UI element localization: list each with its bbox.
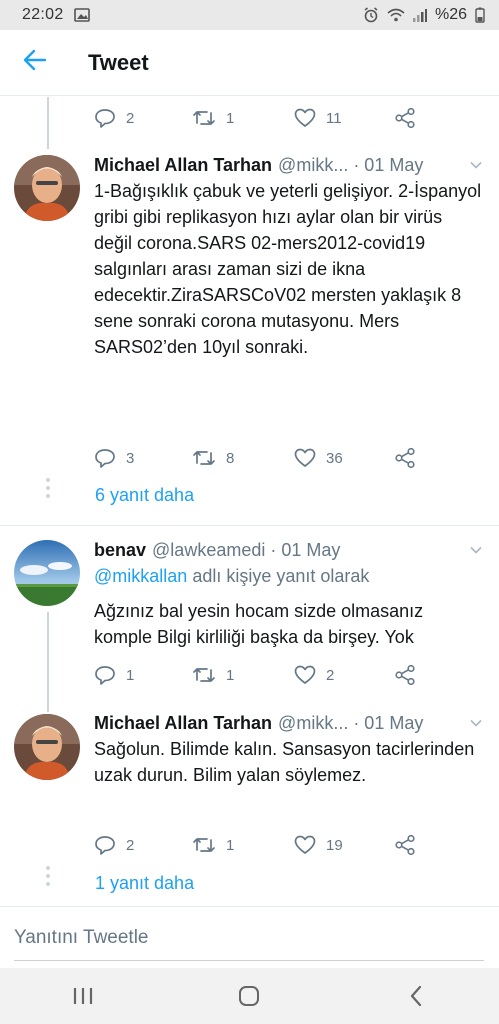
back-chevron-icon [410,985,421,1007]
like-button[interactable]: 11 [294,108,342,128]
author-name[interactable]: Michael Allan Tarhan [94,155,272,176]
tweet-header: benav @lawkeamedi · 01 May [94,537,483,563]
like-count: 11 [326,109,342,127]
tweet-actions: 2 1 19 [94,831,424,859]
reply-icon [95,449,115,468]
home-icon [239,986,260,1006]
page-title: Tweet [88,49,149,75]
recents-button[interactable] [43,968,123,1024]
back-button[interactable] [0,30,70,96]
share-icon [395,834,415,856]
reply-button[interactable]: 1 [94,665,134,685]
like-count: 2 [326,666,335,684]
divider [0,525,499,526]
reply-button[interactable]: 2 [94,108,134,128]
avatar[interactable] [14,714,80,780]
status-bar: 22:02 %26 [0,0,499,30]
thread-dots [46,478,50,502]
alarm-icon [363,7,379,23]
like-button[interactable]: 2 [294,665,334,685]
retweet-icon [193,111,215,125]
retweet-icon [193,668,215,682]
reply-context-text: adlı kişiye yanıt olarak [192,566,370,586]
tweet-header: Michael Allan Tarhan @mikk... · 01 May [94,152,483,178]
tweet-text: Ağzınız bal yesin hocam sizde olmasanız … [94,601,424,647]
retweet-button[interactable]: 1 [192,666,234,684]
gallery-icon [73,8,90,22]
retweet-icon [193,838,215,852]
retweet-button[interactable]: 8 [192,449,234,467]
back-arrow-icon [23,49,47,76]
system-back-button[interactable] [376,968,456,1024]
wifi-icon [387,8,405,22]
tweet-text: 1-Bağışıklık çabuk ve yeterli gelişiyor.… [94,181,482,357]
retweet-count: 1 [226,836,235,854]
heart-icon [294,448,316,467]
retweet-count: 1 [226,666,235,684]
reply-icon [95,109,115,128]
home-button[interactable] [209,968,289,1024]
share-button[interactable] [394,834,416,856]
share-icon [395,447,415,469]
like-button[interactable]: 36 [294,448,343,468]
tweet-header: Michael Allan Tarhan @mikk... · 01 May [94,710,483,736]
reply-context: @mikkallan adlı kişiye yanıt olarak [94,566,369,587]
reply-icon [95,836,115,855]
thread-dots [46,866,50,890]
author-name[interactable]: Michael Allan Tarhan [94,713,272,734]
share-button[interactable] [394,664,416,686]
battery-icon [475,7,485,23]
share-icon [395,107,415,129]
reply-button[interactable]: 3 [94,448,134,468]
heart-icon [294,665,316,684]
reply-icon [95,666,115,685]
reply-count: 2 [126,836,135,854]
share-icon [395,664,415,686]
chevron-down-icon[interactable] [469,541,483,562]
author-handle: @lawkeamedi · 01 May [152,539,341,560]
retweet-count: 1 [226,109,235,127]
thread-line [47,612,49,712]
divider [14,960,484,961]
author-handle: @mikk... · 01 May [278,154,424,175]
reply-button[interactable]: 2 [94,835,134,855]
author-name[interactable]: benav [94,540,146,561]
like-button[interactable]: 19 [294,835,343,855]
like-count: 36 [326,449,343,467]
avatar[interactable] [14,540,80,606]
share-button[interactable] [394,107,416,129]
chevron-down-icon[interactable] [469,714,483,735]
author-handle: @mikk... · 01 May [278,712,424,733]
retweet-icon [193,451,215,465]
reply-compose-field[interactable]: Yanıtını Tweetle [0,906,499,968]
more-replies-link[interactable]: 1 yanıt daha [95,873,194,894]
system-nav-bar [0,968,499,1024]
reply-count: 1 [126,666,135,684]
tweet-actions: 3 8 36 [94,444,424,472]
like-count: 19 [326,836,343,854]
share-button[interactable] [394,447,416,469]
previous-tweet-actions: 2 1 11 [94,104,424,132]
avatar[interactable] [14,155,80,221]
tweet-actions: 1 1 2 [94,661,424,689]
signal-icon [412,8,427,22]
tweet-text: Sağolun. Bilimde kalın. Sansasyon tacirl… [94,739,475,785]
retweet-button[interactable]: 1 [192,109,234,127]
retweet-button[interactable]: 1 [192,836,234,854]
reply-count: 3 [126,449,135,467]
mention-link[interactable]: @mikkallan [94,566,187,586]
app-bar: Tweet [0,30,499,96]
recents-icon [74,988,93,1004]
reply-count: 2 [126,109,135,127]
battery-level: %26 [434,6,467,23]
heart-icon [294,835,316,854]
chevron-down-icon[interactable] [469,156,483,177]
thread-line [47,97,49,149]
heart-icon [294,108,316,127]
status-time: 22:02 [22,6,64,23]
more-replies-link[interactable]: 6 yanıt daha [95,485,194,506]
retweet-count: 8 [226,449,235,467]
